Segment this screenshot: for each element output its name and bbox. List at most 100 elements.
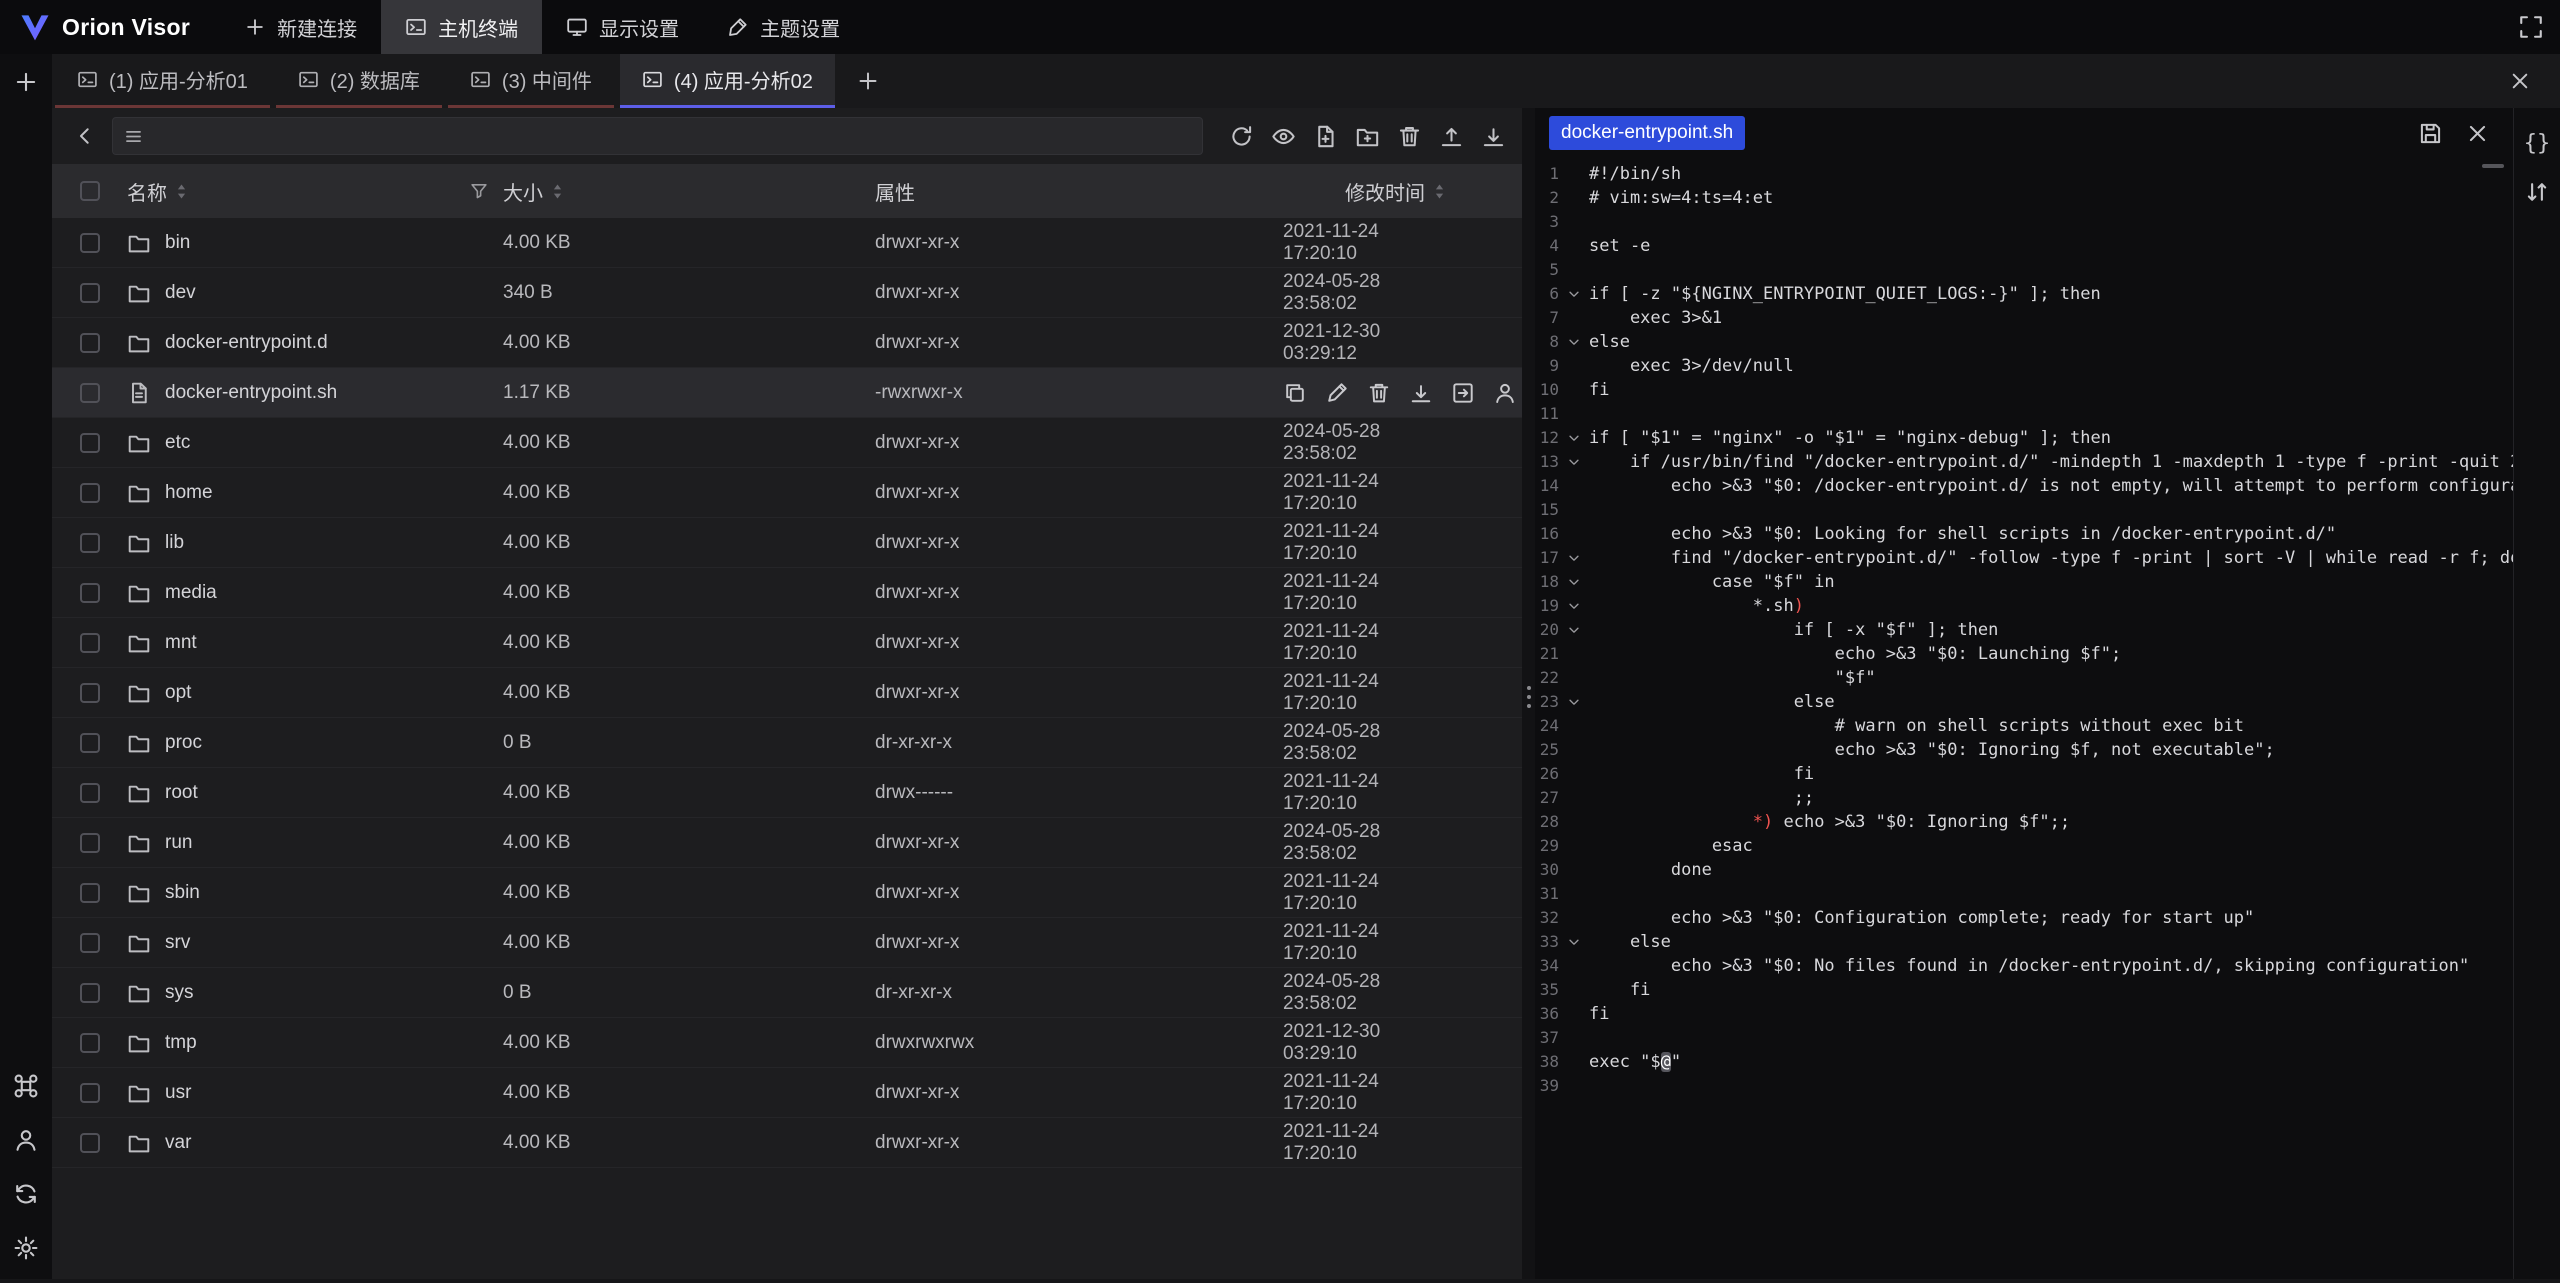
new-connection-button[interactable] bbox=[13, 69, 39, 95]
fold-icon[interactable] bbox=[1559, 618, 1589, 642]
row-checkbox[interactable] bbox=[80, 683, 100, 703]
column-header-name[interactable]: 名称 bbox=[127, 177, 167, 206]
parent-directory-button[interactable] bbox=[68, 117, 102, 155]
row-checkbox[interactable] bbox=[80, 933, 100, 953]
file-row[interactable]: media4.00 KBdrwxr-xr-x2021-11-24 17:20:1… bbox=[52, 568, 1522, 618]
file-name[interactable]: usr bbox=[165, 1082, 191, 1104]
file-row[interactable]: var4.00 KBdrwxr-xr-x2021-11-24 17:20:10 bbox=[52, 1118, 1522, 1168]
filter-icon[interactable] bbox=[469, 181, 489, 201]
file-row[interactable]: bin4.00 KBdrwxr-xr-x2021-11-24 17:20:10 bbox=[52, 218, 1522, 268]
edit-button[interactable] bbox=[1325, 381, 1349, 405]
file-name[interactable]: dev bbox=[165, 282, 196, 304]
row-checkbox[interactable] bbox=[80, 1083, 100, 1103]
sort-icon[interactable] bbox=[176, 183, 187, 200]
fold-icon[interactable] bbox=[1559, 570, 1589, 594]
column-header-size[interactable]: 大小 bbox=[503, 177, 543, 206]
row-checkbox[interactable] bbox=[80, 733, 100, 753]
row-checkbox[interactable] bbox=[80, 833, 100, 853]
file-name[interactable]: srv bbox=[165, 932, 190, 954]
file-name[interactable]: home bbox=[165, 482, 213, 504]
fold-icon[interactable] bbox=[1559, 282, 1589, 306]
new-file-button[interactable] bbox=[1313, 124, 1338, 149]
file-name[interactable]: docker-entrypoint.sh bbox=[165, 382, 337, 404]
move-button[interactable] bbox=[1451, 381, 1475, 405]
settings-button[interactable] bbox=[13, 1235, 39, 1261]
file-name[interactable]: sbin bbox=[165, 882, 200, 904]
trash-button[interactable] bbox=[1397, 124, 1422, 149]
file-row[interactable]: tmp4.00 KBdrwxrwxrwx2021-12-30 03:29:10 bbox=[52, 1018, 1522, 1068]
file-row[interactable]: run4.00 KBdrwxr-xr-x2024-05-28 23:58:02 bbox=[52, 818, 1522, 868]
file-row[interactable]: opt4.00 KBdrwxr-xr-x2021-11-24 17:20:10 bbox=[52, 668, 1522, 718]
fold-icon[interactable] bbox=[1559, 450, 1589, 474]
file-name[interactable]: sys bbox=[165, 982, 194, 1004]
fold-icon[interactable] bbox=[1559, 546, 1589, 570]
file-row[interactable]: dev340 Bdrwxr-xr-x2024-05-28 23:58:02 bbox=[52, 268, 1522, 318]
file-row[interactable]: etc4.00 KBdrwxr-xr-x2024-05-28 23:58:02 bbox=[52, 418, 1522, 468]
close-all-button[interactable] bbox=[2480, 54, 2560, 108]
row-checkbox[interactable] bbox=[80, 883, 100, 903]
editor-scrollbar-thumb[interactable] bbox=[2482, 164, 2504, 168]
row-checkbox[interactable] bbox=[80, 1133, 100, 1153]
save-button[interactable] bbox=[2418, 121, 2443, 146]
file-row[interactable]: srv4.00 KBdrwxr-xr-x2021-11-24 17:20:10 bbox=[52, 918, 1522, 968]
new-folder-button[interactable] bbox=[1355, 124, 1380, 149]
file-row[interactable]: sys0 Bdr-xr-xr-x2024-05-28 23:58:02 bbox=[52, 968, 1522, 1018]
row-checkbox[interactable] bbox=[80, 983, 100, 1003]
file-row[interactable]: sbin4.00 KBdrwxr-xr-x2021-11-24 17:20:10 bbox=[52, 868, 1522, 918]
eye-button[interactable] bbox=[1271, 124, 1296, 149]
file-name[interactable]: var bbox=[165, 1132, 191, 1154]
file-name[interactable]: run bbox=[165, 832, 192, 854]
row-checkbox[interactable] bbox=[80, 283, 100, 303]
variables-button[interactable]: {} bbox=[2524, 131, 2550, 157]
upload-button[interactable] bbox=[1439, 124, 1464, 149]
file-row[interactable]: lib4.00 KBdrwxr-xr-x2021-11-24 17:20:10 bbox=[52, 518, 1522, 568]
panel-splitter[interactable] bbox=[1522, 108, 1535, 1279]
row-checkbox[interactable] bbox=[80, 633, 100, 653]
file-row[interactable]: docker-entrypoint.sh1.17 KB-rwxrwxr-x bbox=[52, 368, 1522, 418]
file-row[interactable]: docker-entrypoint.d4.00 KBdrwxr-xr-x2021… bbox=[52, 318, 1522, 368]
file-name[interactable]: media bbox=[165, 582, 217, 604]
tab-3[interactable]: (3) 中间件 bbox=[448, 54, 614, 108]
file-row[interactable]: proc0 Bdr-xr-xr-x2024-05-28 23:58:02 bbox=[52, 718, 1522, 768]
row-checkbox[interactable] bbox=[80, 383, 100, 403]
command-button[interactable] bbox=[13, 1073, 39, 1099]
nav-item-4[interactable]: 主题设置 bbox=[703, 0, 864, 54]
file-name[interactable]: bin bbox=[165, 232, 190, 254]
fold-icon[interactable] bbox=[1559, 330, 1589, 354]
row-checkbox[interactable] bbox=[80, 233, 100, 253]
nav-item-1[interactable]: 新建连接 bbox=[220, 0, 381, 54]
row-checkbox[interactable] bbox=[80, 533, 100, 553]
nav-item-3[interactable]: 显示设置 bbox=[542, 0, 703, 54]
select-all-checkbox[interactable] bbox=[80, 181, 100, 201]
sync-button[interactable] bbox=[13, 1181, 39, 1207]
file-name[interactable]: opt bbox=[165, 682, 191, 704]
fold-icon[interactable] bbox=[1559, 930, 1589, 954]
tab-1[interactable]: (1) 应用-分析01 bbox=[55, 54, 270, 108]
copy-button[interactable] bbox=[1283, 381, 1307, 405]
sort-icon[interactable] bbox=[552, 183, 563, 200]
refresh-button[interactable] bbox=[1229, 124, 1254, 149]
directory-list-icon[interactable] bbox=[123, 126, 144, 147]
fold-icon[interactable] bbox=[1559, 594, 1589, 618]
tab-4[interactable]: (4) 应用-分析02 bbox=[620, 54, 835, 108]
column-header-mtime[interactable]: 修改时间 bbox=[1345, 177, 1425, 206]
row-checkbox[interactable] bbox=[80, 783, 100, 803]
permission-button[interactable] bbox=[1493, 381, 1517, 405]
file-name[interactable]: mnt bbox=[165, 632, 197, 654]
delete-button[interactable] bbox=[1367, 381, 1391, 405]
file-name[interactable]: lib bbox=[165, 532, 184, 554]
splitter-grip-icon[interactable] bbox=[1527, 686, 1531, 1279]
open-file-tag[interactable]: docker-entrypoint.sh bbox=[1549, 116, 1745, 150]
file-name[interactable]: proc bbox=[165, 732, 202, 754]
fullscreen-button[interactable] bbox=[2518, 14, 2544, 40]
download-button[interactable] bbox=[1409, 381, 1433, 405]
fold-icon[interactable] bbox=[1559, 690, 1589, 714]
code-editor[interactable]: 1#!/bin/sh2# vim:sw=4:ts=4:et34set -e56i… bbox=[1535, 158, 2514, 1283]
file-name[interactable]: docker-entrypoint.d bbox=[165, 332, 328, 354]
swap-button[interactable] bbox=[2524, 179, 2550, 205]
row-checkbox[interactable] bbox=[80, 483, 100, 503]
fold-icon[interactable] bbox=[1559, 426, 1589, 450]
file-row[interactable]: mnt4.00 KBdrwxr-xr-x2021-11-24 17:20:10 bbox=[52, 618, 1522, 668]
file-row[interactable]: root4.00 KBdrwx------2021-11-24 17:20:10 bbox=[52, 768, 1522, 818]
brand[interactable]: Orion Visor bbox=[0, 14, 220, 41]
